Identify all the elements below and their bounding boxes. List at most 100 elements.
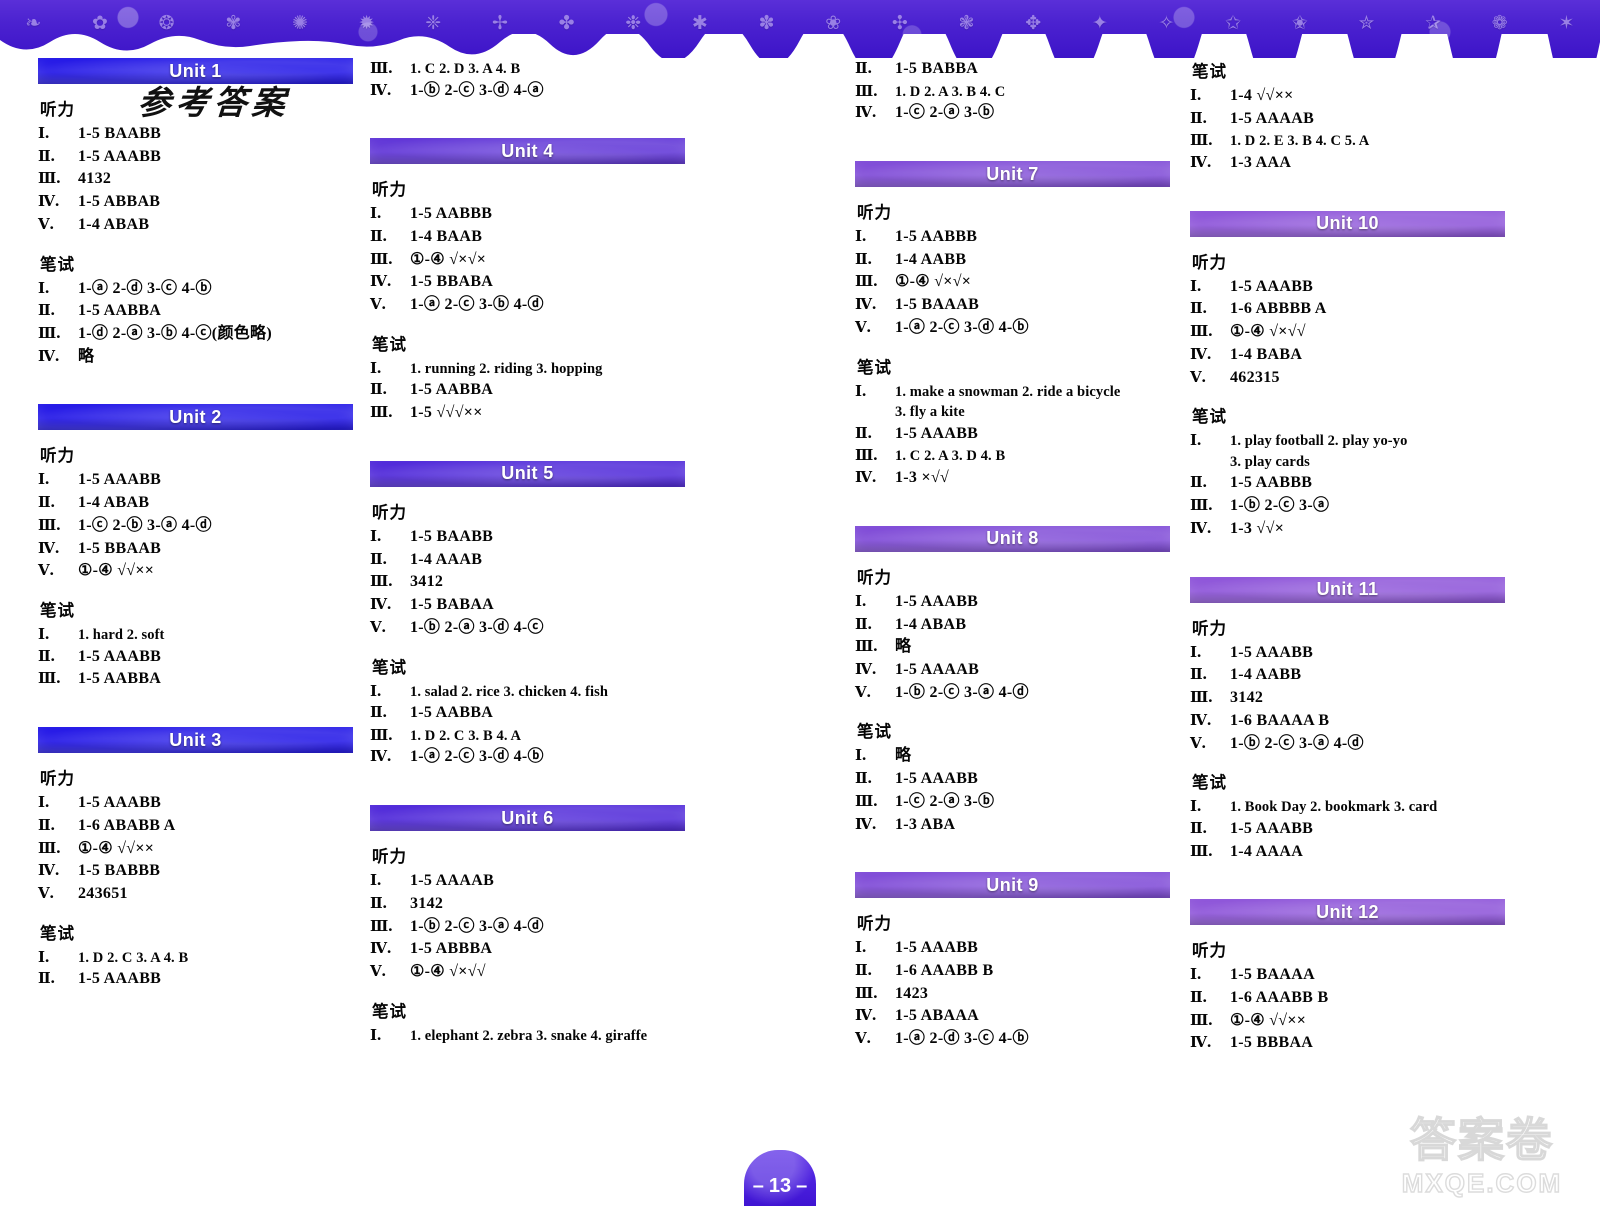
wave-edge-icon: [0, 34, 1600, 58]
answer-row-value: 1-4 AAAA: [1230, 842, 1304, 860]
section-heading: 听力: [40, 446, 75, 466]
answer-row-numeral: Ⅰ.: [1190, 276, 1202, 295]
answer-row: Ⅳ. 1-3 AAA: [1190, 152, 1530, 175]
answer-row-numeral: Ⅱ.: [855, 423, 872, 442]
answer-row-numeral: Ⅱ.: [38, 301, 55, 320]
answer-row-value: 1-5 AAAAB: [410, 872, 495, 890]
answer-row-numeral: Ⅳ.: [38, 538, 60, 557]
answer-row-numeral: Ⅰ.: [370, 526, 382, 545]
answer-row: Ⅳ. 1-5 BABBB: [38, 860, 378, 883]
continued-answers: Ⅲ. 1. C 2. D 3. A 4. B Ⅳ. 1-ⓑ 2-ⓒ 3-ⓓ 4-ⓐ: [370, 58, 710, 102]
answer-row-numeral: Ⅲ.: [370, 916, 393, 935]
answer-row-numeral: Ⅰ.: [370, 1025, 382, 1044]
answer-section: 听力 Ⅰ. 1-5 BAABB Ⅱ. 1-4 AAAB Ⅲ. 3412 Ⅳ. 1-5 BABAA…: [370, 499, 710, 640]
answer-row-value: 1-ⓐ 2-ⓒ 3-ⓓ 4-ⓑ: [410, 748, 544, 766]
band-glyph-12: ✽: [758, 12, 775, 34]
answer-row-value: 1-5 BAAAB: [895, 296, 980, 314]
answer-row-numeral: Ⅱ.: [370, 549, 387, 568]
answer-row-numeral: Ⅱ.: [855, 249, 872, 268]
answer-row-numeral: Ⅲ.: [38, 515, 61, 534]
section-heading: 笔试: [372, 657, 407, 677]
answer-row: Ⅴ. ①-④ √√××: [38, 560, 378, 583]
section-heading: 听力: [857, 567, 892, 587]
answer-row-numeral: Ⅲ.: [370, 249, 393, 268]
answer-row-numeral: Ⅳ.: [370, 80, 392, 99]
answer-row: Ⅱ. 1-4 AAAB: [370, 549, 710, 572]
answer-row: Ⅱ. 1-5 AABBB: [1190, 472, 1530, 495]
answer-row: Ⅱ. 1-4 ABAB: [38, 492, 378, 515]
answer-row-numeral: Ⅴ.: [855, 317, 871, 336]
answer-row-value: 略: [895, 747, 912, 765]
answer-row-numeral: Ⅰ.: [855, 746, 867, 765]
answer-row-value: 1-3 ×√√: [895, 469, 950, 487]
answer-row-value: 1-4 BAAB: [410, 228, 483, 246]
band-glyph-21: ✮: [1358, 12, 1375, 34]
unit-banner-unit-1: Unit 1: [38, 58, 353, 84]
page-number-dash-left: –: [752, 1174, 764, 1197]
answer-row: Ⅰ. 1-4 √√××: [1190, 85, 1530, 108]
unit-banner-unit-6: Unit 6: [370, 805, 685, 832]
answer-row-numeral: Ⅰ.: [38, 278, 50, 297]
answer-row-value: 1-ⓒ 2-ⓐ 3-ⓑ: [895, 792, 995, 810]
answer-row-numeral: Ⅲ.: [855, 791, 878, 810]
answer-section: 笔试 Ⅰ. 1. running 2. riding 3. hopping Ⅱ. 1-5…: [370, 331, 710, 425]
answer-row: Ⅱ. 1-5 AABBA: [38, 300, 378, 323]
answer-row-numeral: Ⅳ.: [370, 939, 392, 958]
answer-row-value: 1-5 BABBB: [78, 862, 161, 880]
answer-row-numeral: Ⅴ.: [38, 883, 54, 902]
answer-row: Ⅲ. 1-4 AAAA: [1190, 841, 1530, 864]
answer-row-numeral: Ⅴ.: [370, 295, 386, 314]
unit-banner-unit-11: Unit 11: [1190, 576, 1505, 603]
answer-row-value: 1-6 ABBBB A: [1230, 300, 1327, 318]
answer-row-value: 1. elephant 2. zebra 3. snake 4. giraffe: [410, 1027, 648, 1044]
answer-row-value: 1-4 √√××: [1230, 87, 1294, 104]
answer-row: Ⅳ. 1-5 BBBAA: [1190, 1032, 1530, 1055]
band-glyph-13: ❀: [825, 12, 842, 34]
section-heading: 听力: [40, 769, 75, 789]
answer-row-value: 1423: [895, 984, 929, 1002]
answer-section: 笔试 Ⅰ. 1. salad 2. rice 3. chicken 4. fish Ⅱ…: [370, 654, 710, 770]
answer-row: Ⅲ. 1423: [855, 983, 1195, 1006]
answer-section: 笔试 Ⅰ. 1. hard 2. soft Ⅱ. 1-5 AAABB Ⅲ. 1-5 AABB…: [38, 597, 378, 691]
answer-row-numeral: Ⅳ.: [1190, 344, 1212, 363]
answer-row-numeral: Ⅲ.: [38, 324, 61, 343]
answer-row: Ⅲ. 1. C 2. A 3. D 4. B: [855, 445, 1195, 467]
section-heading: 听力: [1192, 941, 1227, 961]
answer-row: Ⅲ. 4132: [38, 168, 378, 191]
unit-banner-unit-9: Unit 9: [855, 872, 1170, 899]
page-number-value: 13: [768, 1174, 792, 1197]
answer-row-value: ①-④ √×√×: [895, 273, 972, 291]
column-1: Unit 1 听力 Ⅰ. 1-5 BAABB Ⅱ. 1-5 AAABB Ⅲ. 4132 Ⅳ. 1-…: [38, 58, 378, 1027]
answer-row-value: 1-5 AAABB: [895, 592, 979, 610]
answer-row-value: 1. salad 2. rice 3. chicken 4. fish: [410, 683, 609, 700]
answer-row-value: 1-4 AABB: [1230, 666, 1302, 684]
answer-row: Ⅰ. 1-5 AAABB: [1190, 642, 1530, 665]
answer-row-value: 1-5 ABAAA: [895, 1007, 980, 1025]
answer-row-numeral: Ⅲ.: [855, 272, 878, 291]
answer-row-value: 1. play football 2. play yo-yo: [1230, 433, 1408, 450]
answer-row-numeral: Ⅳ.: [855, 103, 877, 122]
answer-row-value: 1-5 AAABB: [895, 939, 979, 957]
answer-row-numeral: Ⅱ.: [38, 146, 55, 165]
answer-row: Ⅲ. 1-ⓑ 2-ⓒ 3-ⓐ 4-ⓓ: [370, 916, 710, 939]
band-glyph-9: ✤: [558, 12, 575, 34]
answer-row: Ⅱ. 1-4 AABB: [1190, 664, 1530, 687]
answer-row-value: 1-5 AABBA: [410, 704, 494, 722]
answer-row-numeral: Ⅲ.: [855, 446, 878, 465]
answer-row-numeral: Ⅱ.: [855, 960, 872, 979]
section-heading: 笔试: [1192, 62, 1227, 81]
answer-row: Ⅲ. ①-④ √×√×: [855, 271, 1195, 294]
answer-columns: Unit 1 听力 Ⅰ. 1-5 BAABB Ⅱ. 1-5 AAABB Ⅲ. 4132 Ⅳ. 1-…: [0, 58, 1600, 1159]
answer-row-value: 1. D 2. A 3. B 4. C: [895, 83, 1006, 100]
answer-row-value: 1-5 AAABB: [78, 147, 162, 165]
answer-row-numeral: Ⅱ.: [370, 227, 387, 246]
unit-spacer: [38, 705, 378, 727]
unit-spacer: [370, 439, 710, 461]
unit-spacer: [370, 1060, 710, 1082]
answer-row: Ⅳ. 1-5 BBAAB: [38, 538, 378, 561]
answer-row-numeral: Ⅴ.: [855, 682, 871, 701]
answer-row: Ⅱ. 1-5 AAABB: [38, 646, 378, 669]
answer-row-value: 1-5 AAABB: [1230, 643, 1314, 661]
band-glyph-2: ✿: [92, 12, 108, 34]
answer-section: 笔试 Ⅰ. 1-ⓐ 2-ⓓ 3-ⓒ 4-ⓑ Ⅱ. 1-5 AABBA Ⅲ. 1-ⓓ 2-ⓐ …: [38, 251, 378, 369]
